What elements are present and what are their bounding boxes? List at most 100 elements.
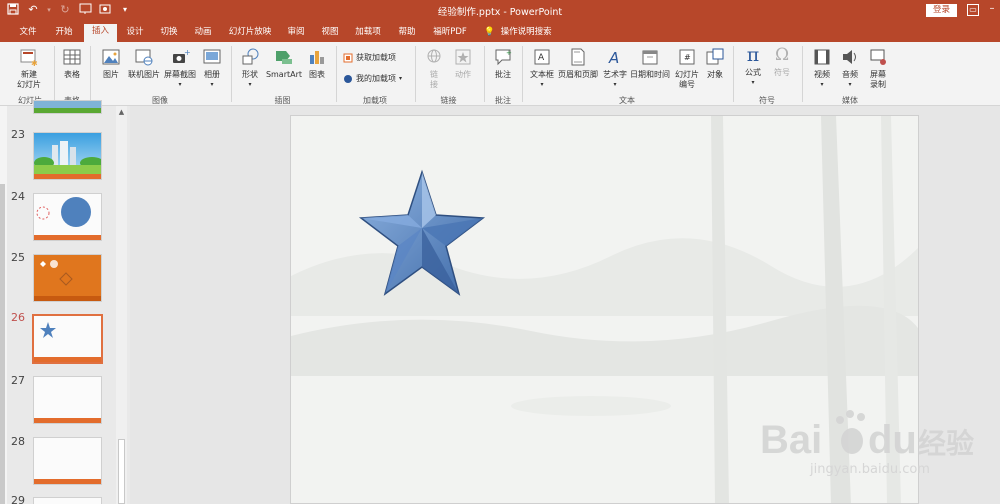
separator (484, 46, 485, 102)
slides-panel: 23 24 25 26 27 28 29 ▲ (0, 100, 130, 504)
tab-foxit-pdf[interactable]: 福昕PDF (428, 25, 472, 42)
slide-thumbnail-24[interactable] (33, 193, 102, 241)
lightbulb-icon: 💡 (484, 27, 495, 37)
screen-recording-button[interactable]: 屏幕 录制 (864, 47, 892, 90)
comment-icon: + (495, 49, 512, 66)
album-button[interactable]: 相册 ▾ (200, 47, 224, 90)
tab-review[interactable]: 审阅 (281, 25, 311, 42)
grass-strip (34, 108, 101, 113)
my-addins-button[interactable]: 我的加载项 ▾ (343, 73, 402, 84)
link-button[interactable]: 链 接 (421, 47, 447, 90)
separator (336, 46, 337, 102)
smartart-button[interactable]: SmartArt (264, 47, 304, 80)
slide-number: 26 (11, 311, 25, 324)
globe-link-icon (427, 49, 441, 63)
tab-file[interactable]: 文件 (12, 25, 44, 42)
slide-thumbnail-27[interactable] (33, 376, 102, 424)
dropdown-arrow-icon: ▾ (540, 81, 544, 88)
wordart-button[interactable]: A 艺术字 ▾ (600, 47, 630, 90)
circle-shapes-image (36, 197, 91, 227)
screenshot-button[interactable]: + 屏幕截图 ▾ (162, 47, 198, 90)
slide-number: 23 (11, 128, 25, 141)
slide-thumbnail-25[interactable] (33, 254, 102, 302)
online-picture-button[interactable]: 联机图片 (126, 47, 162, 80)
group-addins-label: 加载项 (363, 96, 387, 105)
new-slide-icon: ✱ (20, 49, 38, 67)
film-icon (814, 49, 830, 65)
dropdown-arrow-icon: ▾ (613, 81, 617, 88)
document-title: 经验制作.pptx - PowerPoint (437, 7, 563, 18)
tab-animations[interactable]: 动画 (188, 25, 218, 42)
slide-thumbnail-22[interactable] (33, 100, 102, 114)
slide-thumbnail-23[interactable] (33, 132, 102, 180)
equation-button[interactable]: π 公式 ▾ (739, 45, 767, 88)
separator (733, 46, 734, 102)
video-button[interactable]: 视频 ▾ (808, 47, 836, 90)
textbox-label: 文本框 (530, 70, 554, 79)
new-slide-button[interactable]: ✱ 新建 幻灯片 (12, 47, 46, 90)
symbol-label: 符号 (774, 68, 790, 77)
action-star-icon (455, 49, 471, 65)
tell-me-search[interactable]: 💡 操作说明搜索 (484, 25, 552, 40)
tab-addins[interactable]: 加载项 (349, 25, 387, 42)
login-button[interactable]: 登录 (926, 4, 957, 17)
store-icon (343, 53, 353, 62)
slide-thumbnail-26-selected[interactable] (32, 314, 103, 364)
scroll-up-arrow-icon[interactable]: ▲ (116, 108, 127, 118)
table-button[interactable]: 表格 (58, 47, 86, 80)
slide-thumbnail-29[interactable] (33, 497, 102, 504)
textbox-button[interactable]: A 文本框 ▾ (527, 47, 557, 90)
audio-button[interactable]: 音频 ▾ (838, 47, 862, 90)
chart-button[interactable]: 图表 (306, 47, 328, 80)
svg-text:经验: 经验 (918, 427, 974, 460)
screen-recording-icon (870, 49, 886, 65)
header-footer-label: 页眉和页脚 (558, 70, 598, 79)
minimize-icon[interactable]: – (986, 4, 998, 16)
tab-transitions[interactable]: 切换 (154, 25, 184, 42)
smartart-label: SmartArt (265, 70, 303, 79)
action-button[interactable]: 动作 (450, 47, 476, 80)
table-icon (63, 49, 81, 65)
slide-number-button[interactable]: # 幻灯片 编号 (672, 47, 702, 90)
group-comments-label: 批注 (495, 96, 511, 105)
slide-number-icon: # (679, 49, 695, 65)
scrollbar-thumb[interactable] (118, 439, 125, 504)
comment-label: 批注 (495, 70, 511, 79)
camera-icon: + (173, 48, 190, 63)
link-label: 链 接 (430, 70, 438, 89)
comment-button[interactable]: + 批注 (490, 47, 516, 80)
header-footer-icon (571, 48, 585, 66)
slides-panel-scrollbar[interactable]: ▲ (116, 106, 127, 504)
header-footer-button[interactable]: 页眉和页脚 (557, 47, 599, 80)
tab-insert[interactable]: 插入 (84, 24, 117, 42)
action-label: 动作 (455, 70, 471, 79)
slide-thumbnail-28[interactable] (33, 437, 102, 485)
datetime-button[interactable]: 日期和时间 (630, 47, 670, 80)
dropdown-arrow-icon: ▾ (820, 81, 824, 88)
get-addins-button[interactable]: 获取加载项 (343, 52, 396, 63)
object-button[interactable]: 对象 (703, 47, 727, 80)
tab-home[interactable]: 开始 (48, 25, 80, 42)
tab-help[interactable]: 帮助 (392, 25, 422, 42)
ribbon-display-options-icon[interactable]: ▭ (967, 4, 979, 16)
group-images-label: 图像 (152, 96, 168, 105)
panel-splitter[interactable] (0, 184, 5, 504)
album-label: 相册 (204, 70, 220, 79)
dropdown-arrow-icon: ▾ (178, 81, 182, 88)
tab-slideshow[interactable]: 幻灯片放映 (224, 25, 276, 42)
picture-button[interactable]: 图片 (96, 47, 126, 80)
separator (231, 46, 232, 102)
group-media-label: 媒体 (842, 96, 858, 105)
slide-footer-bar (34, 479, 101, 484)
svg-text:A: A (538, 53, 545, 63)
slide-footer-bar (34, 418, 101, 423)
calendar-icon (642, 50, 658, 65)
separator (802, 46, 803, 102)
symbol-button[interactable]: Ω 符号 (769, 45, 795, 78)
shapes-button[interactable]: 形状 ▾ (237, 47, 263, 90)
tab-design[interactable]: 设计 (120, 25, 150, 42)
slide-number: 28 (11, 435, 25, 448)
slide-number: 24 (11, 190, 25, 203)
watermark-url: jingyan.baidu.com (810, 462, 930, 477)
tab-view[interactable]: 视图 (315, 25, 345, 42)
